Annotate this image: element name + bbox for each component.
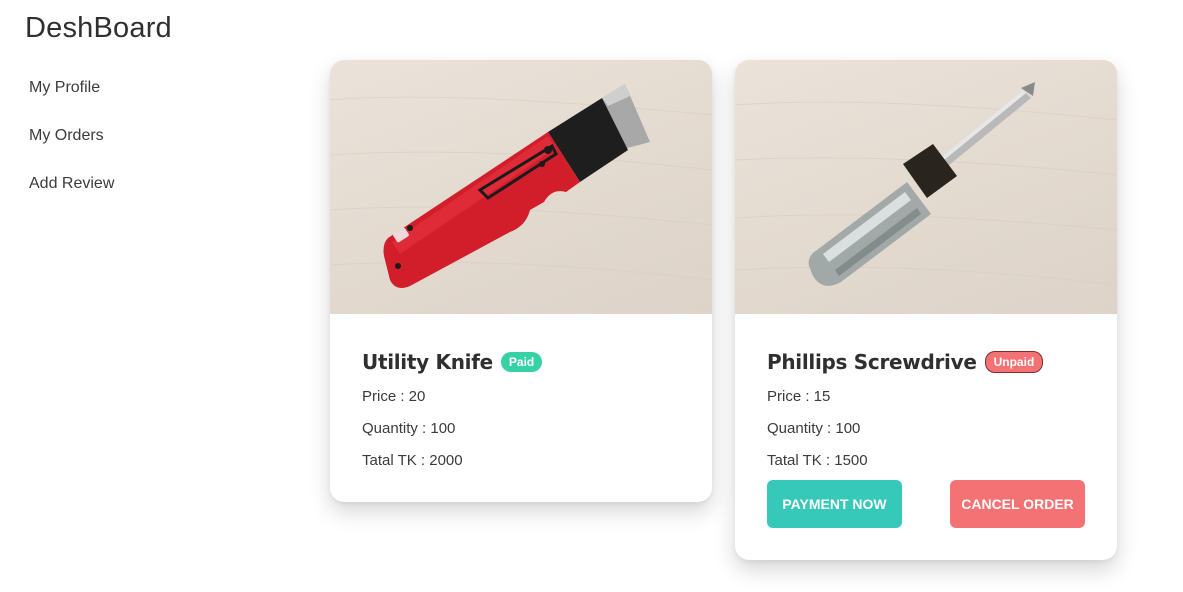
utility-knife-image xyxy=(330,60,712,314)
order-actions: PAYMENT NOW CANCEL ORDER xyxy=(767,480,1085,528)
screwdriver-image xyxy=(735,60,1117,314)
sidebar-item-my-orders[interactable]: My Orders xyxy=(29,124,114,172)
payment-now-button[interactable]: PAYMENT NOW xyxy=(767,480,902,528)
order-card-phillips-screwdriver: Phillips Screwdrive Unpaid Price : 15 Qu… xyxy=(735,60,1117,560)
total-text: Tatal TK : 2000 xyxy=(362,452,463,469)
quantity-text: Quantity : 100 xyxy=(767,420,861,437)
cancel-order-button[interactable]: CANCEL ORDER xyxy=(950,480,1085,528)
quantity-text: Quantity : 100 xyxy=(362,420,456,437)
sidebar: My Profile My Orders Add Review xyxy=(29,76,114,220)
sidebar-item-add-review[interactable]: Add Review xyxy=(29,172,114,220)
page-title: DeshBoard xyxy=(25,12,172,44)
sidebar-item-my-profile[interactable]: My Profile xyxy=(29,76,114,124)
product-name: Utility Knife xyxy=(362,350,493,374)
total-text: Tatal TK : 1500 xyxy=(767,452,868,469)
status-badge: Unpaid xyxy=(984,351,1044,373)
status-badge: Paid xyxy=(500,352,543,372)
price-text: Price : 20 xyxy=(362,388,426,405)
order-card-utility-knife: Utility Knife Paid Price : 20 Quantity :… xyxy=(330,60,712,502)
product-name: Phillips Screwdrive xyxy=(767,350,977,374)
price-text: Price : 15 xyxy=(767,388,831,405)
